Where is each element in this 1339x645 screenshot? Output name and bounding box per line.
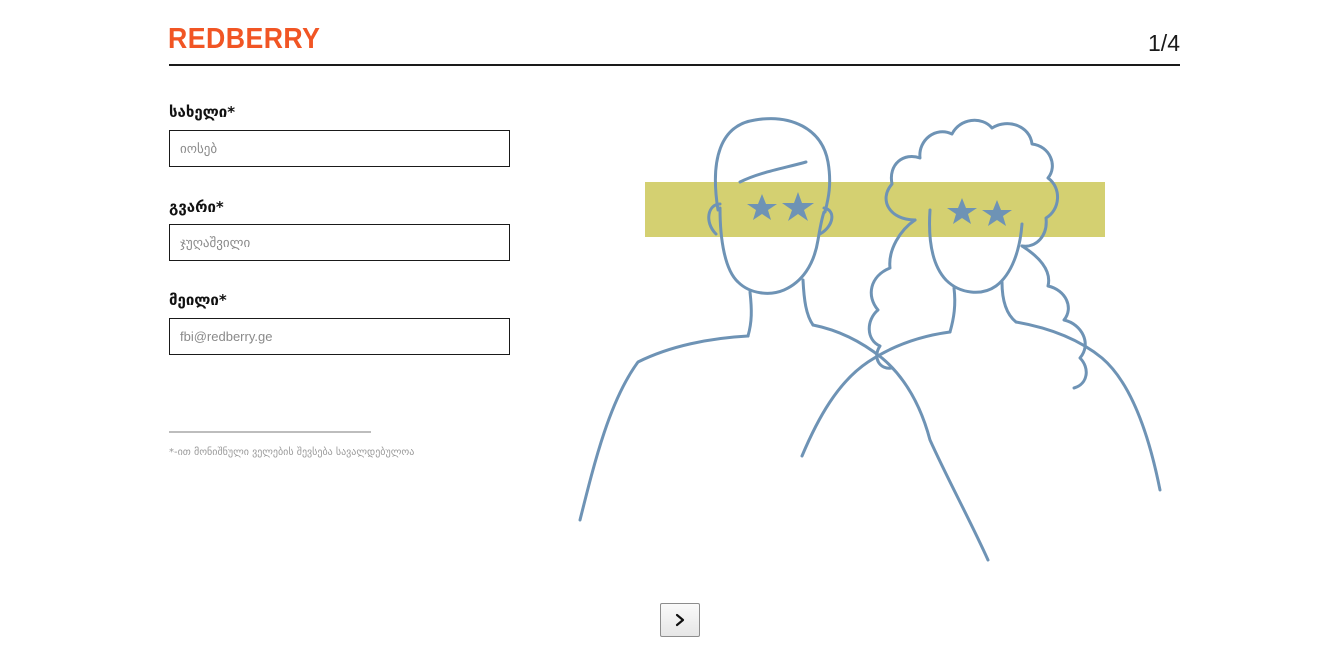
last-name-input[interactable] bbox=[169, 224, 510, 261]
chevron-right-icon bbox=[675, 613, 685, 627]
last-name-label: გვარი* bbox=[169, 198, 224, 216]
header-divider bbox=[169, 64, 1180, 66]
required-fields-note: *-ით მონიშნული ველების შევსება სავალდებუ… bbox=[169, 447, 415, 458]
eye-band bbox=[645, 182, 1105, 237]
next-button[interactable] bbox=[660, 603, 700, 637]
first-name-input[interactable] bbox=[169, 130, 510, 167]
two-people-star-eyes-illustration bbox=[578, 117, 1162, 562]
required-note-divider bbox=[169, 431, 371, 433]
email-label: მეილი* bbox=[169, 291, 227, 309]
page-indicator: 1/4 bbox=[1148, 30, 1180, 56]
first-name-label: სახელი* bbox=[169, 103, 236, 121]
email-input[interactable] bbox=[169, 318, 510, 355]
redberry-logo: REDBERRY bbox=[168, 23, 321, 55]
